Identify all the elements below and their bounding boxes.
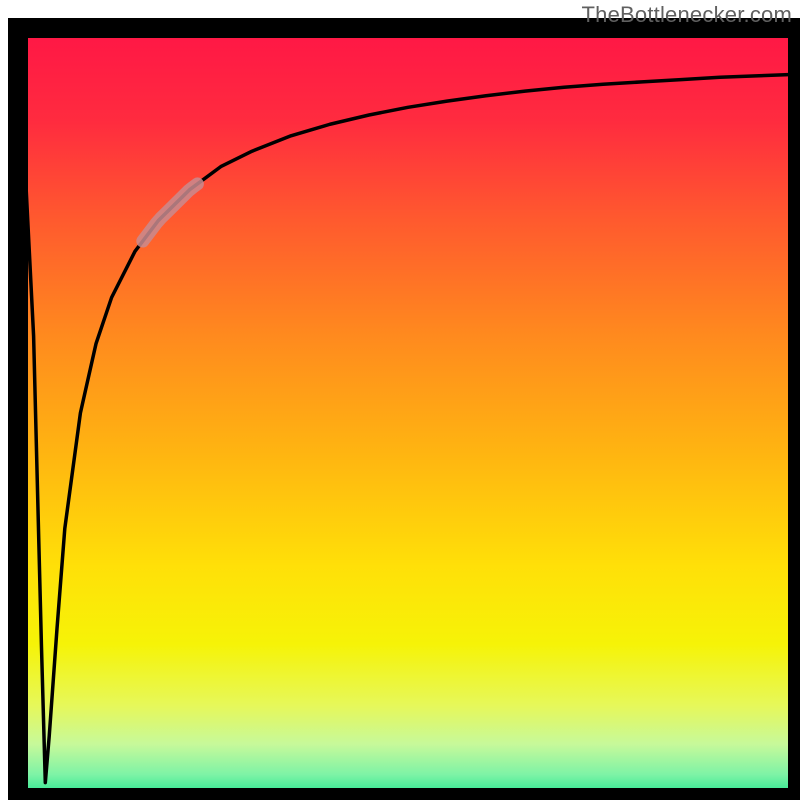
- attribution-text: TheBottlenecker.com: [582, 2, 792, 28]
- bottleneck-chart: [0, 0, 800, 800]
- plot-background: [18, 28, 798, 798]
